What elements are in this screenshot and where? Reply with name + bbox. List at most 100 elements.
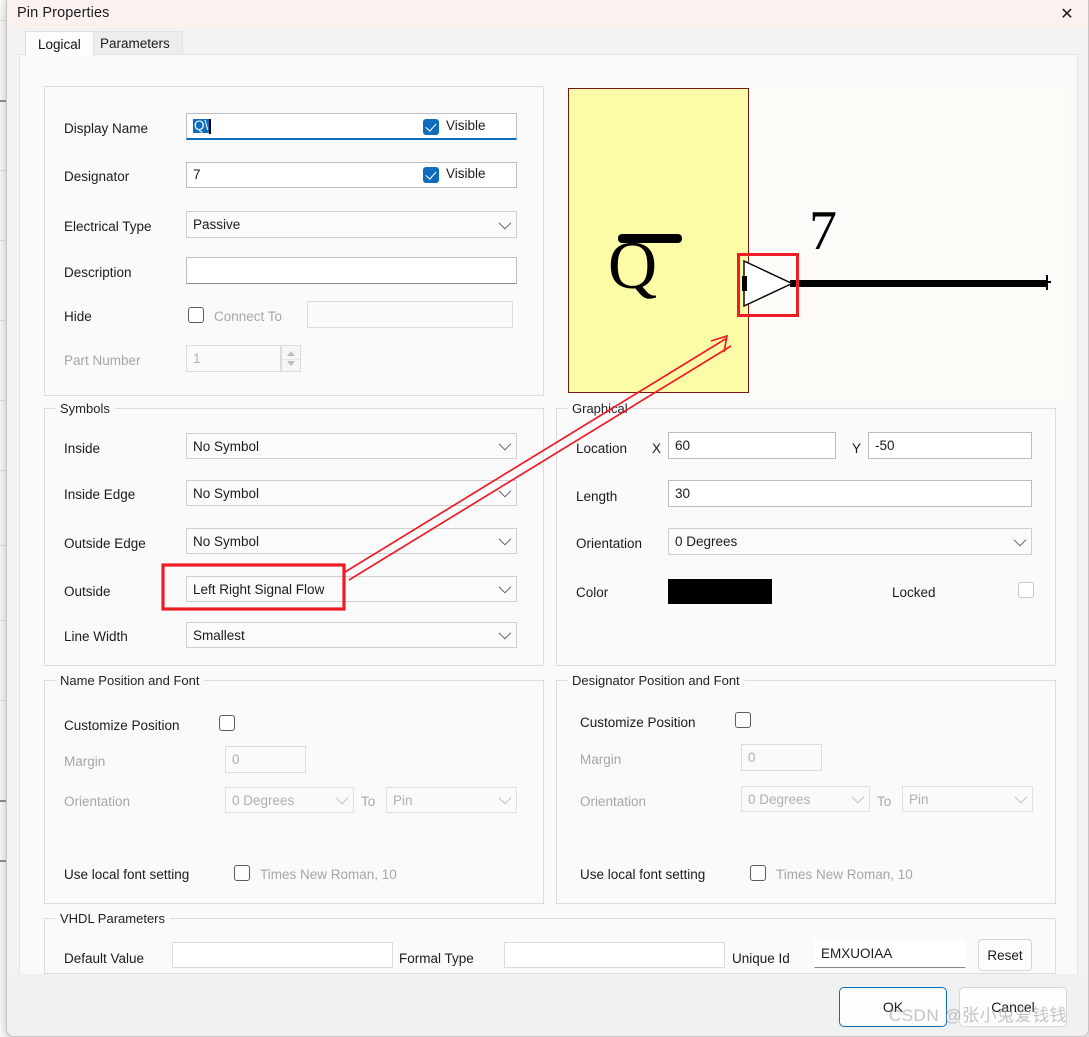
length-value: 30	[675, 485, 691, 501]
name-position-group-legend: Name Position and Font	[55, 673, 205, 688]
part-number-input[interactable]: 1	[186, 345, 281, 372]
outside-edge-value: No Symbol	[193, 533, 260, 549]
stepper-down-icon[interactable]	[287, 361, 295, 366]
designator-customize-position-checkbox[interactable]	[735, 712, 751, 728]
designator-visible-label: Visible	[446, 166, 486, 181]
length-input[interactable]: 30	[668, 480, 1032, 507]
pin-properties-dialog: Pin Properties ✕ Logical Parameters Disp…	[6, 0, 1089, 1037]
outside-select[interactable]: Left Right Signal Flow	[186, 576, 517, 602]
line-width-select[interactable]: Smallest	[186, 622, 517, 648]
part-number-value: 1	[193, 350, 201, 366]
pin-line	[790, 280, 1048, 287]
location-y-input[interactable]: -50	[868, 432, 1032, 459]
description-input[interactable]	[186, 257, 517, 284]
designator-orientation-value: 0 Degrees	[748, 791, 811, 807]
name-to-select[interactable]: Pin	[386, 787, 517, 813]
display-name-visible-checkbox[interactable]	[423, 119, 439, 135]
location-y-label: Y	[852, 441, 862, 456]
color-swatch[interactable]	[668, 579, 772, 604]
name-font-value: Times New Roman, 10	[260, 867, 397, 882]
default-value-input[interactable]	[172, 942, 393, 968]
designator-to-label: To	[877, 794, 892, 809]
graphical-group-legend: Graphical	[567, 401, 633, 416]
pin-name-glyph: Q	[608, 227, 658, 303]
locked-label: Locked	[892, 585, 936, 600]
unique-id-label: Unique Id	[732, 951, 790, 966]
outside-label: Outside	[64, 584, 111, 599]
graphical-orientation-select[interactable]: 0 Degrees	[668, 528, 1032, 555]
designator-visible-checkbox[interactable]	[423, 167, 439, 183]
name-margin-input[interactable]: 0	[225, 746, 306, 773]
name-to-value: Pin	[393, 792, 413, 808]
hide-label: Hide	[64, 309, 92, 324]
hide-checkbox[interactable]	[188, 307, 204, 323]
location-label: Location	[576, 441, 628, 456]
inside-value: No Symbol	[193, 438, 260, 454]
designator-value: 7	[193, 167, 201, 183]
chevron-down-icon	[335, 791, 349, 805]
graphical-orientation-label: Orientation	[576, 536, 643, 551]
locked-checkbox[interactable]	[1018, 582, 1034, 598]
name-customize-position-checkbox[interactable]	[219, 715, 235, 731]
unique-id-value: EMXUOIAA	[821, 946, 893, 962]
close-icon[interactable]: ✕	[1044, 0, 1088, 28]
length-label: Length	[576, 489, 618, 504]
chevron-down-icon	[498, 437, 512, 451]
pin-endpoint-marker	[1042, 275, 1051, 290]
name-orientation-select[interactable]: 0 Degrees	[225, 787, 354, 813]
name-customize-position-label: Customize Position	[64, 718, 180, 733]
watermark: CSDN @张小兔爱钱钱	[888, 1006, 1068, 1025]
designator-font-value: Times New Roman, 10	[776, 867, 913, 882]
location-x-input[interactable]: 60	[668, 432, 836, 459]
electrical-type-select[interactable]: Passive	[186, 211, 517, 238]
formal-type-input[interactable]	[504, 942, 725, 968]
unique-id-input[interactable]: EMXUOIAA	[814, 940, 966, 968]
location-y-value: -50	[875, 437, 895, 453]
connect-to-label: Connect To	[214, 309, 283, 324]
pin-preview-canvas: Q 7	[556, 86, 1067, 403]
display-name-value: Q\	[193, 118, 210, 134]
chevron-down-icon	[1014, 790, 1028, 804]
designator-use-local-font-checkbox[interactable]	[750, 865, 766, 881]
symbols-group-legend: Symbols	[55, 401, 115, 416]
tab-logical[interactable]: Logical	[25, 31, 94, 56]
inside-edge-label: Inside Edge	[64, 487, 136, 502]
designator-margin-input[interactable]: 0	[741, 744, 822, 771]
outside-edge-select[interactable]: No Symbol	[186, 528, 517, 554]
part-number-stepper[interactable]	[281, 345, 301, 372]
part-number-label: Part Number	[64, 353, 141, 368]
tab-strip: Logical Parameters	[7, 28, 1088, 56]
designator-to-select[interactable]: Pin	[902, 786, 1033, 812]
chevron-down-icon	[498, 791, 512, 805]
title-bar: Pin Properties ✕	[7, 0, 1088, 28]
inside-edge-select[interactable]: No Symbol	[186, 480, 517, 506]
stepper-up-icon[interactable]	[287, 351, 295, 356]
designator-orientation-label: Orientation	[580, 794, 647, 809]
designator-position-group-legend: Designator Position and Font	[567, 673, 745, 688]
designator-orientation-select[interactable]: 0 Degrees	[741, 786, 870, 812]
inside-edge-value: No Symbol	[193, 485, 260, 501]
color-label: Color	[576, 585, 609, 600]
formal-type-label: Formal Type	[399, 951, 474, 966]
designator-to-value: Pin	[909, 791, 929, 807]
inside-label: Inside	[64, 441, 101, 456]
tab-parameters[interactable]: Parameters	[87, 31, 183, 55]
name-use-local-font-checkbox[interactable]	[234, 865, 250, 881]
location-x-value: 60	[675, 437, 691, 453]
line-width-label: Line Width	[64, 629, 128, 644]
reset-button[interactable]: Reset	[978, 939, 1032, 971]
chevron-down-icon	[498, 484, 512, 498]
name-margin-value: 0	[232, 751, 240, 767]
name-margin-label: Margin	[64, 754, 106, 769]
chevron-down-icon	[1013, 533, 1027, 546]
chevron-down-icon	[498, 580, 512, 594]
designator-label: Designator	[64, 169, 130, 184]
inside-select[interactable]: No Symbol	[186, 433, 517, 459]
connect-to-input[interactable]	[307, 301, 513, 328]
chevron-down-icon	[498, 532, 512, 546]
designator-use-local-font-label: Use local font setting	[580, 867, 706, 882]
default-value-label: Default Value	[64, 951, 145, 966]
electrical-type-label: Electrical Type	[64, 219, 152, 234]
display-name-label: Display Name	[64, 121, 149, 136]
designator-customize-position-label: Customize Position	[580, 715, 696, 730]
